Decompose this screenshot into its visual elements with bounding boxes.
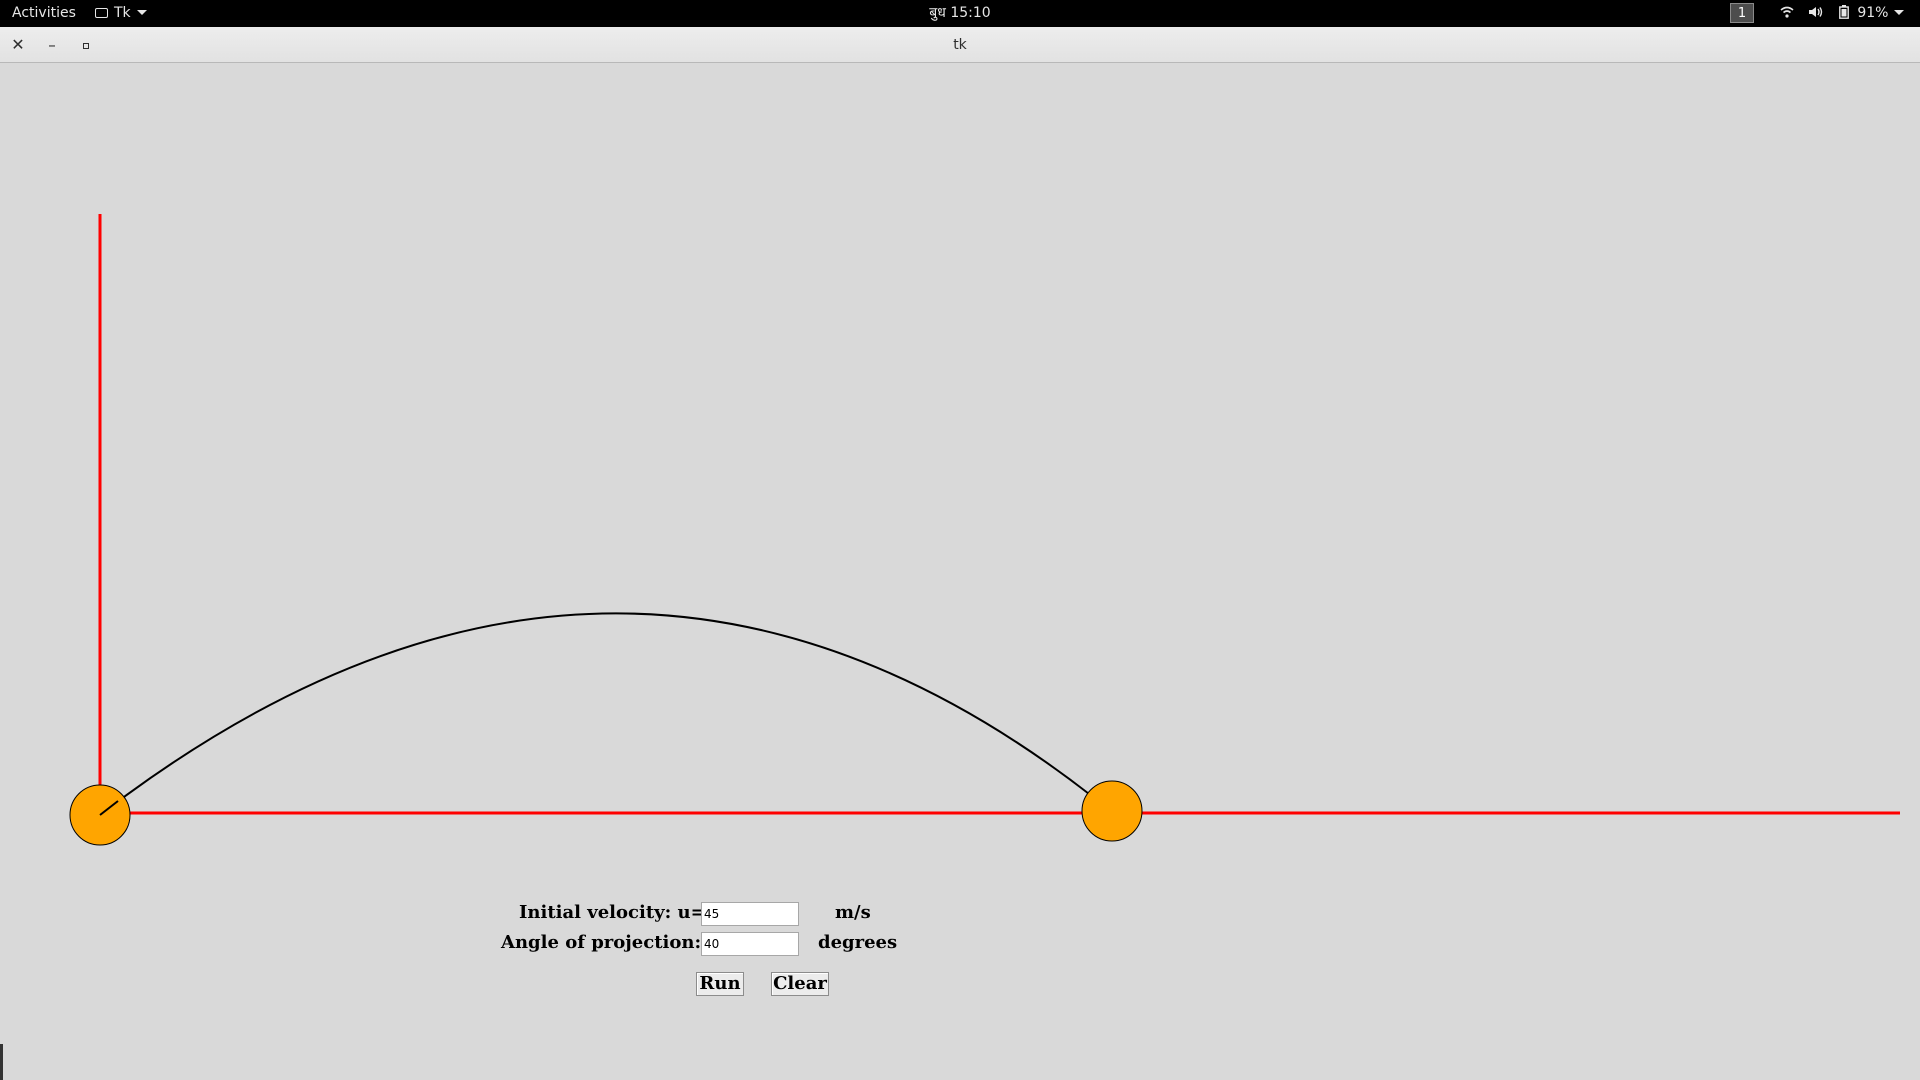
system-status-menu[interactable]: 91%: [1780, 0, 1905, 27]
close-icon[interactable]: ✕: [5, 27, 31, 63]
velocity-label: Initial velocity: u=: [519, 902, 706, 923]
chevron-down-icon: [1894, 10, 1905, 15]
projectile-end-ball: [1081, 780, 1143, 842]
minimize-icon[interactable]: –: [39, 27, 65, 63]
angle-label: Angle of projection: θ=: [501, 932, 735, 953]
velocity-unit: m/s: [835, 902, 871, 923]
angle-input[interactable]: [701, 932, 799, 956]
maximize-icon[interactable]: [73, 27, 99, 63]
clock[interactable]: बुध 15:10: [0, 0, 1920, 27]
window-title: tk: [953, 37, 967, 53]
trajectory-path: [99, 612, 1094, 816]
velocity-input[interactable]: [701, 902, 799, 926]
clear-button[interactable]: Clear: [771, 972, 829, 996]
battery-icon: [1839, 0, 1849, 27]
workspace-indicator[interactable]: 1: [1730, 3, 1754, 23]
top-bar: Activities Tk बुध 15:10 1 91%: [0, 0, 1920, 27]
wifi-icon: [1780, 0, 1794, 27]
run-button[interactable]: Run: [696, 972, 744, 996]
volume-icon: [1808, 0, 1824, 27]
simulation-canvas: [69, 214, 1900, 846]
angle-unit: degrees: [818, 932, 898, 953]
window-edge-handle[interactable]: [0, 1044, 3, 1080]
window-titlebar[interactable]: tk ✕ –: [0, 27, 1920, 63]
battery-percentage: 91%: [1857, 5, 1889, 21]
